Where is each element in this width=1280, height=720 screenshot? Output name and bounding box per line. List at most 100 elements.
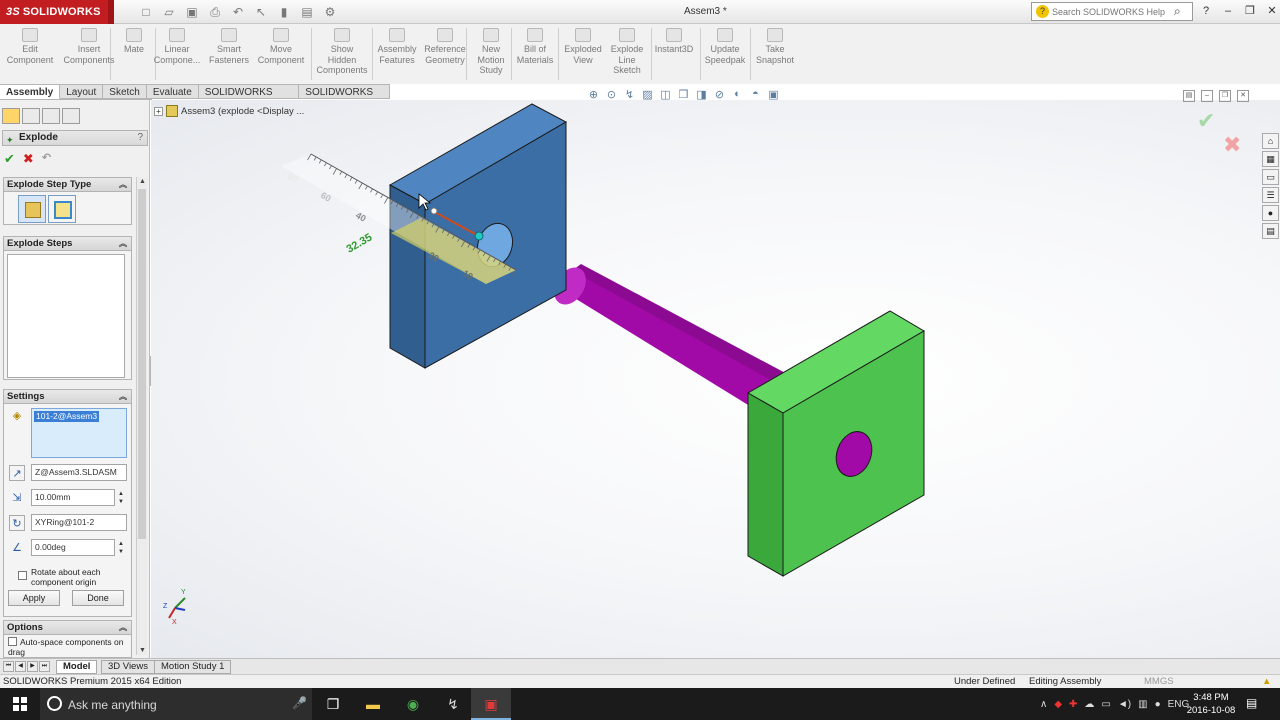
solidworks-taskbar-icon[interactable]: ▣ xyxy=(471,688,511,720)
rotation-axis-field[interactable]: XYRing@101-2 xyxy=(31,514,127,531)
section-view-icon[interactable]: ▨ xyxy=(640,88,655,102)
app-taskbar-icon[interactable]: ↯ xyxy=(433,688,473,720)
design-library-icon[interactable]: ▦ xyxy=(1262,151,1279,167)
tab-solidworks-mbd[interactable]: SOLIDWORKS MBD xyxy=(299,84,390,113)
apply-button[interactable]: Apply xyxy=(8,590,60,606)
taskbar-clock[interactable]: 3:48 PM 2016-10-08 xyxy=(1183,691,1239,717)
tab-evaluate[interactable]: Evaluate xyxy=(146,84,199,99)
tab-model[interactable]: Model xyxy=(56,660,98,674)
green-block[interactable] xyxy=(746,310,925,577)
ribbon-linear-compone-button[interactable]: Linear Compone... xyxy=(147,28,207,65)
file-explorer-icon[interactable]: ▭ xyxy=(1262,169,1279,185)
edit-appearance-icon[interactable]: ◐ xyxy=(730,88,745,102)
magnifier-icon[interactable]: ⌕ xyxy=(1174,4,1181,19)
network-tray-icon[interactable]: ▥ xyxy=(1138,699,1147,710)
scroll-down-icon[interactable]: ▼ xyxy=(139,647,146,654)
tab-layout[interactable]: Layout xyxy=(60,84,104,99)
direction-icon[interactable]: ↗ xyxy=(9,465,25,481)
view-settings-icon[interactable]: ▣ xyxy=(766,88,781,102)
view-orientation-icon[interactable]: ❒ xyxy=(676,88,691,102)
solidworks-resources-icon[interactable]: ⌂ xyxy=(1262,133,1279,149)
save-icon[interactable]: ▣ xyxy=(184,4,200,20)
ribbon-show-hidden-components-button[interactable]: Show Hidden Components xyxy=(312,28,372,76)
rotation-angle-field[interactable]: 0.00deg ▲ ▼ xyxy=(31,539,124,556)
done-button[interactable]: Done xyxy=(72,590,124,606)
tab-assembly[interactable]: Assembly xyxy=(0,84,61,99)
custom-properties-icon[interactable]: ▤ xyxy=(1262,223,1279,239)
start-button[interactable] xyxy=(0,688,40,720)
cancel-x-icon[interactable]: ✖ xyxy=(23,151,34,167)
tab-sketch[interactable]: Sketch xyxy=(103,84,147,99)
file-explorer-taskbar-icon[interactable]: ▬ xyxy=(353,688,393,720)
solidworks-logo[interactable]: 3S SOLIDWORKS xyxy=(0,0,108,24)
chrome-taskbar-icon[interactable]: ◉ xyxy=(393,688,433,720)
help-icon[interactable]: ? xyxy=(137,131,143,145)
scroll-thumb[interactable] xyxy=(138,189,146,539)
options-icon[interactable]: ⚙ xyxy=(322,4,338,20)
file-properties-icon[interactable]: ▤ xyxy=(299,4,315,20)
display-manager-icon[interactable] xyxy=(62,108,80,124)
logo-menu-arrow[interactable] xyxy=(108,0,114,24)
property-manager-icon[interactable] xyxy=(22,108,40,124)
prev-tab-icon[interactable]: ◀ xyxy=(15,661,26,672)
next-tab-icon[interactable]: ▶ xyxy=(27,661,38,672)
display-style-icon[interactable]: ◨ xyxy=(694,88,709,102)
distance-spinner[interactable]: ▲ ▼ xyxy=(116,490,126,507)
explode-distance-field[interactable]: 10.00mm ▲ ▼ xyxy=(31,489,124,506)
first-tab-icon[interactable]: ⏮ xyxy=(3,661,14,672)
ok-check-icon[interactable]: ✔ xyxy=(4,151,15,167)
dynamic-annotation-icon[interactable]: ◫ xyxy=(658,88,673,102)
viewport-close-icon[interactable]: ✕ xyxy=(1237,90,1249,102)
chrome-tray-icon[interactable]: ● xyxy=(1155,699,1161,710)
panel-scrollbar[interactable]: ▲ ▼ xyxy=(136,177,147,655)
status-notification-icon[interactable]: ▲ xyxy=(1262,675,1271,688)
help-search-input[interactable] xyxy=(1052,5,1170,18)
viewport-tile-icon[interactable]: ▤ xyxy=(1183,90,1195,102)
tray-overflow-icon[interactable]: ∧ xyxy=(1040,699,1047,710)
select-icon[interactable]: ↖ xyxy=(253,4,269,20)
view-palette-icon[interactable]: ☰ xyxy=(1262,187,1279,203)
help-menu-icon[interactable]: ? xyxy=(1198,3,1214,19)
acrobat-tray-icon[interactable]: ◆ xyxy=(1054,699,1062,710)
viewport-restore-icon[interactable]: ❐ xyxy=(1219,90,1231,102)
last-tab-icon[interactable]: ⏭ xyxy=(39,661,50,672)
confirm-cancel-icon[interactable]: ✖ xyxy=(1223,132,1241,158)
help-search-icon[interactable]: ? xyxy=(1036,5,1049,18)
restore-button[interactable]: ❐ xyxy=(1242,3,1258,19)
ribbon-move-component-button[interactable]: Move Component xyxy=(251,28,311,65)
feature-manager-icon[interactable] xyxy=(2,108,20,124)
ribbon-edit-component-button[interactable]: Edit Component xyxy=(0,28,60,65)
confirm-ok-icon[interactable]: ✔ xyxy=(1197,108,1215,134)
tab-solidworks-add-ins[interactable]: SOLIDWORKS Add-Ins xyxy=(198,84,300,113)
action-center-icon[interactable]: ▤ xyxy=(1246,696,1257,710)
auto-space-checkbox[interactable] xyxy=(8,637,17,646)
regular-step-button[interactable] xyxy=(18,195,46,223)
selected-component[interactable]: 101-2@Assem3 xyxy=(34,411,100,422)
magenta-rod[interactable] xyxy=(548,262,791,408)
configuration-manager-icon[interactable] xyxy=(42,108,60,124)
rotation-axis-icon[interactable]: ↻ xyxy=(9,515,25,531)
tab-3d-views[interactable]: 3D Views xyxy=(101,660,155,674)
previous-view-icon[interactable]: ↯ xyxy=(622,88,637,102)
battery-tray-icon[interactable]: ▭ xyxy=(1101,699,1110,710)
feature-tree-root[interactable]: + Assem3 (explode <Display ... xyxy=(154,105,304,117)
zoom-to-area-icon[interactable]: ⊙ xyxy=(604,88,619,102)
explode-direction-field[interactable]: Z@Assem3.SLDASM xyxy=(31,464,127,481)
microphone-icon[interactable]: 🎤 xyxy=(292,696,307,710)
selected-components-list[interactable]: 101-2@Assem3 xyxy=(31,408,127,458)
appearances-icon[interactable]: ● xyxy=(1262,205,1279,221)
cloud-tray-icon[interactable]: ☁ xyxy=(1084,699,1094,710)
minimize-button[interactable]: – xyxy=(1220,3,1236,19)
viewport-minimize-icon[interactable]: – xyxy=(1201,90,1213,102)
collapse-chevron-icon[interactable]: ︽ xyxy=(119,390,127,403)
tab-motion-study-1[interactable]: Motion Study 1 xyxy=(154,660,232,674)
volume-tray-icon[interactable]: ◄) xyxy=(1118,699,1131,710)
close-button[interactable]: ✕ xyxy=(1264,3,1280,19)
rotate-origin-checkbox[interactable] xyxy=(18,571,27,580)
open-document-icon[interactable]: ▱ xyxy=(161,4,177,20)
zoom-to-fit-icon[interactable]: ⊕ xyxy=(586,88,601,102)
explode-steps-list[interactable] xyxy=(7,254,125,378)
collapse-chevron-icon[interactable]: ︽ xyxy=(119,237,127,250)
graphics-area[interactable]: 80 60 40 20 10 32.35 Y Z X + Assem3 (exp… xyxy=(151,100,1280,658)
ribbon-take-snapshot-button[interactable]: Take Snapshot xyxy=(745,28,805,65)
